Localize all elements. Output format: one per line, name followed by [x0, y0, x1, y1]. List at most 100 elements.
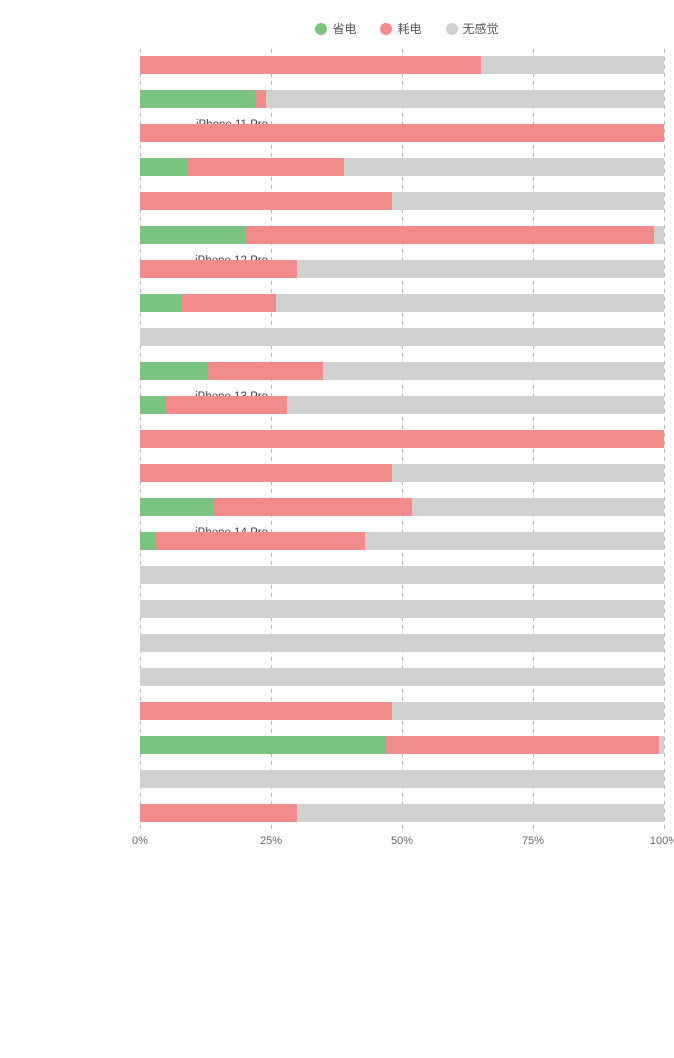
x-tick: 25% [260, 835, 282, 847]
x-tick: 0% [132, 835, 148, 847]
table-row: iPhone XR [140, 729, 664, 761]
bar-segment-green [140, 532, 156, 550]
bar-segment-pink [213, 498, 412, 516]
bar-segment-green [140, 498, 213, 516]
table-row: iPhone SE 第2代 [140, 627, 664, 659]
legend-label-gray: 无感觉 [463, 20, 499, 37]
bar-segment-gray [140, 634, 664, 652]
bar-track [140, 328, 664, 346]
table-row: iPhone 8 [140, 559, 664, 591]
table-row: iPhone 12 [140, 151, 664, 183]
bar-segment-gray [365, 532, 664, 550]
table-row: iPhone 14 [140, 423, 664, 455]
bar-segment-gray [140, 566, 664, 584]
x-axis-inner: 0%25%50%75%100% [140, 835, 664, 855]
bar-segment-green [140, 362, 208, 380]
bar-segment-gray [297, 804, 664, 822]
rows-wrapper: iPhone 11iPhone 11 ProiPhone 11 Pro Maxi… [140, 49, 664, 829]
table-row: iPhone 14 Pro [140, 491, 664, 523]
bar-segment-gray [140, 600, 664, 618]
x-tick: 75% [522, 835, 544, 847]
legend-item-pink: 耗电 [380, 20, 421, 37]
bar-segment-pink [140, 430, 664, 448]
bar-track [140, 90, 664, 108]
bar-track [140, 498, 664, 516]
bar-segment-pink [140, 192, 392, 210]
bar-segment-gray [344, 158, 664, 176]
bar-segment-gray [481, 56, 664, 74]
bar-segment-green [140, 158, 187, 176]
bar-segment-gray [392, 702, 664, 720]
legend-dot-green [315, 23, 327, 35]
table-row: iPhone 13 Pro Max [140, 389, 664, 421]
x-tick: 50% [391, 835, 413, 847]
bar-track [140, 192, 664, 210]
bar-track [140, 566, 664, 584]
bar-segment-pink [140, 56, 481, 74]
bar-segment-gray [297, 260, 664, 278]
table-row: iPhone 14 Pro Max [140, 525, 664, 557]
bar-track [140, 804, 664, 822]
bar-segment-pink [140, 260, 297, 278]
legend-dot-pink [380, 23, 392, 35]
bar-track [140, 668, 664, 686]
table-row: iPhone XS Max [140, 797, 664, 829]
bar-segment-gray [323, 362, 664, 380]
bar-segment-pink [255, 90, 265, 108]
bar-segment-gray [392, 464, 664, 482]
table-row: iPhone XS [140, 763, 664, 795]
bar-segment-pink [182, 294, 276, 312]
bar-segment-pink [140, 804, 297, 822]
bar-segment-gray [659, 736, 664, 754]
bar-track [140, 294, 664, 312]
table-row: iPhone 11 Pro [140, 83, 664, 115]
bar-segment-green [140, 90, 255, 108]
bar-track [140, 362, 664, 380]
table-row: iPhone 13 Pro [140, 355, 664, 387]
x-tick: 100% [650, 835, 674, 847]
bar-segment-gray [140, 770, 664, 788]
bar-track [140, 430, 664, 448]
bar-segment-green [140, 226, 245, 244]
table-row: iPhone 11 [140, 49, 664, 81]
grid-line [664, 49, 665, 829]
bar-segment-pink [166, 396, 287, 414]
bar-segment-pink [187, 158, 344, 176]
bar-track [140, 600, 664, 618]
table-row: iPhone 8 Plus [140, 593, 664, 625]
bar-track [140, 226, 664, 244]
legend-label-green: 省电 [332, 20, 356, 37]
table-row: iPhone 13 mini [140, 321, 664, 353]
legend-item-green: 省电 [315, 20, 356, 37]
legend-label-pink: 耗电 [397, 20, 421, 37]
x-axis: 0% 25% 50% 75% 100% [0, 835, 674, 855]
bar-segment-pink [140, 464, 392, 482]
bar-track [140, 634, 664, 652]
bar-segment-pink [140, 702, 392, 720]
bar-segment-pink [386, 736, 658, 754]
bar-segment-pink [156, 532, 366, 550]
table-row: iPhone 12 mini [140, 185, 664, 217]
chart-container: 省电 耗电 无感觉 iPhone 11iPhone 11 ProiPhone 1… [0, 10, 674, 885]
legend-dot-gray [446, 23, 458, 35]
bar-segment-gray [140, 328, 664, 346]
table-row: iPhone 12 Pro Max [140, 253, 664, 285]
legend-item-gray: 无感觉 [446, 20, 499, 37]
bar-track [140, 532, 664, 550]
bar-segment-gray [266, 90, 664, 108]
bar-segment-gray [412, 498, 664, 516]
bar-track [140, 158, 664, 176]
bar-segment-gray [654, 226, 664, 244]
bar-segment-green [140, 736, 386, 754]
table-row: iPhone 12 Pro [140, 219, 664, 251]
bar-segment-gray [287, 396, 664, 414]
bar-segment-pink [208, 362, 323, 380]
bar-track [140, 124, 664, 142]
bar-segment-gray [392, 192, 664, 210]
bar-segment-gray [140, 668, 664, 686]
table-row: iPhone X [140, 695, 664, 727]
table-row: iPhone 13 [140, 287, 664, 319]
table-row: iPhone 14 Plus [140, 457, 664, 489]
bar-segment-green [140, 294, 182, 312]
table-row: iPhone 11 Pro Max [140, 117, 664, 149]
